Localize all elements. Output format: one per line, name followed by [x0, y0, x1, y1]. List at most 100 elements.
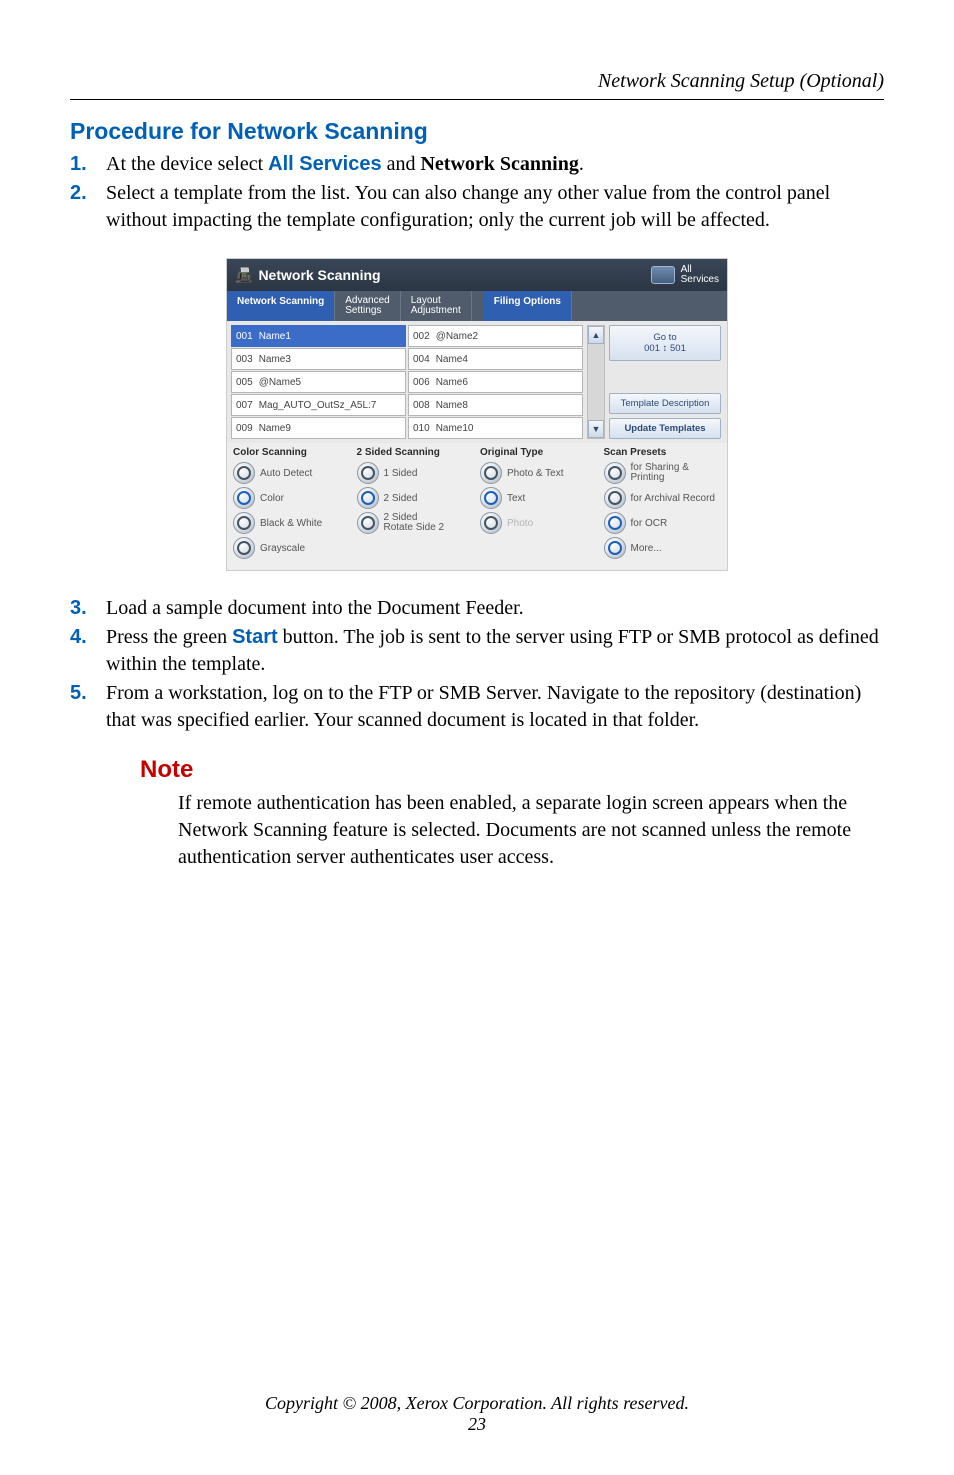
step-3: 3. Load a sample document into the Docum…	[70, 595, 884, 622]
step-body: Select a template from the list. You can…	[106, 180, 884, 234]
radio-icon	[357, 462, 379, 484]
template-item[interactable]: 003Name3	[231, 348, 406, 370]
start-button-text: Start	[232, 626, 278, 648]
step-1: 1. At the device select All Services and…	[70, 151, 884, 178]
option-label: Photo	[507, 518, 533, 529]
radio-icon	[604, 487, 626, 509]
radio-icon	[604, 537, 626, 559]
option-label: 2 Sided	[384, 493, 418, 504]
option-label: Color	[260, 493, 284, 504]
template-col-right: 002@Name2 004Name4 006 Name6 008 Name8 010…	[408, 325, 583, 439]
template-item[interactable]: 009 Name9	[231, 417, 406, 439]
text: .	[579, 153, 584, 175]
option-label: Photo & Text	[507, 468, 564, 479]
tab-advanced-settings[interactable]: Advanced Settings	[335, 291, 400, 321]
radio-icon	[357, 512, 379, 534]
template-col-left: 001Name1 003Name3 005@Name5 007Mag_AUTO_…	[231, 325, 406, 439]
scan-presets-col: Scan Presets for Sharing & Printing for …	[604, 447, 722, 562]
option-1sided[interactable]: 1 Sided	[357, 462, 475, 484]
step-body: Press the green Start button. The job is…	[106, 624, 884, 678]
radio-icon	[233, 537, 255, 559]
option-auto-detect[interactable]: Auto Detect	[233, 462, 351, 484]
preset-ocr[interactable]: for OCR	[604, 512, 722, 534]
template-id: 003	[236, 354, 253, 365]
scroll-up-button[interactable]: ▲	[588, 326, 604, 344]
step-2: 2. Select a template from the list. You …	[70, 180, 884, 234]
option-label: for Sharing & Printing	[631, 463, 689, 484]
preset-sharing[interactable]: for Sharing & Printing	[604, 462, 722, 484]
template-name: Name9	[259, 423, 291, 434]
option-label: 1 Sided	[384, 468, 418, 479]
page-footer: Copyright © 2008, Xerox Corporation. All…	[70, 1393, 884, 1435]
option-photo[interactable]: Photo	[480, 512, 598, 534]
all-services-icon[interactable]	[651, 266, 675, 284]
page-number: 23	[70, 1414, 884, 1435]
template-id: 006	[413, 377, 430, 388]
option-label: 2 Sided Rotate Side 2	[384, 513, 445, 534]
template-columns: 001Name1 003Name3 005@Name5 007Mag_AUTO_…	[227, 321, 587, 443]
template-item[interactable]: 007Mag_AUTO_OutSz_A5L:7	[231, 394, 406, 416]
two-sided-col: 2 Sided Scanning 1 Sided 2 Sided 2 Sided…	[357, 447, 475, 562]
scrollbar[interactable]: ▲ ▼	[587, 325, 605, 439]
template-id: 008	[413, 400, 430, 411]
copyright: Copyright © 2008, Xerox Corporation. All…	[70, 1393, 884, 1414]
update-templates-button[interactable]: Update Templates	[609, 418, 721, 439]
step-5: 5. From a workstation, log on to the FTP…	[70, 680, 884, 734]
template-id: 010	[413, 423, 430, 434]
template-description-button[interactable]: Template Description	[609, 393, 721, 414]
option-grayscale[interactable]: Grayscale	[233, 537, 351, 559]
goto-button[interactable]: Go to 001 ↕ 501	[609, 325, 721, 361]
radio-icon	[233, 487, 255, 509]
window-title: Network Scanning	[258, 267, 380, 283]
template-name: Name6	[436, 377, 468, 388]
goto-label: Go to	[614, 332, 716, 343]
text: and	[382, 153, 421, 175]
all-services-label[interactable]: All Services	[681, 265, 719, 285]
template-item[interactable]: 006 Name6	[408, 371, 583, 393]
col-heading: Color Scanning	[233, 447, 351, 458]
template-item[interactable]: 010Name10	[408, 417, 583, 439]
option-bw[interactable]: Black & White	[233, 512, 351, 534]
template-item[interactable]: 005@Name5	[231, 371, 406, 393]
radio-icon	[480, 462, 502, 484]
step-body: From a workstation, log on to the FTP or…	[106, 680, 884, 734]
option-photo-text[interactable]: Photo & Text	[480, 462, 598, 484]
radio-icon	[480, 512, 502, 534]
step-body: At the device select All Services and Ne…	[106, 151, 884, 178]
template-item[interactable]: 008 Name8	[408, 394, 583, 416]
all-services-link: All Services	[268, 153, 381, 175]
col-heading: Original Type	[480, 447, 598, 458]
template-item[interactable]: 002@Name2	[408, 325, 583, 347]
note-heading: Note	[140, 756, 884, 784]
option-color[interactable]: Color	[233, 487, 351, 509]
header-rule	[70, 99, 884, 100]
step-number: 2.	[70, 180, 106, 234]
template-item[interactable]: 004Name4	[408, 348, 583, 370]
note-body: If remote authentication has been enable…	[178, 790, 884, 871]
option-2sided[interactable]: 2 Sided	[357, 487, 475, 509]
radio-icon	[604, 512, 626, 534]
option-text[interactable]: Text	[480, 487, 598, 509]
template-name: Mag_AUTO_OutSz_A5L:7	[259, 400, 377, 411]
tab-filing-options[interactable]: Filing Options	[484, 291, 572, 321]
preset-archival[interactable]: for Archival Record	[604, 487, 722, 509]
scroll-down-button[interactable]: ▼	[588, 420, 604, 438]
step-body: Load a sample document into the Document…	[106, 595, 884, 622]
template-item[interactable]: 001Name1	[231, 325, 406, 347]
option-label: for OCR	[631, 518, 668, 529]
tab-layout-adjustment[interactable]: Layout Adjustment	[401, 291, 472, 321]
option-2sided-rotate[interactable]: 2 Sided Rotate Side 2	[357, 512, 475, 534]
radio-icon	[233, 462, 255, 484]
template-name: Name8	[436, 400, 468, 411]
option-label: Grayscale	[260, 543, 305, 554]
network-scanning-text: Network Scanning	[420, 153, 578, 175]
template-name: @Name2	[436, 331, 478, 342]
option-label: Text	[507, 493, 525, 504]
step-4: 4. Press the green Start button. The job…	[70, 624, 884, 678]
option-label: for Archival Record	[631, 493, 715, 504]
template-id: 009	[236, 423, 253, 434]
preset-more[interactable]: More...	[604, 537, 722, 559]
tab-network-scanning[interactable]: Network Scanning	[227, 291, 335, 321]
text: Press the green	[106, 626, 232, 648]
tab-bar: Network Scanning Advanced Settings Layou…	[227, 291, 727, 321]
